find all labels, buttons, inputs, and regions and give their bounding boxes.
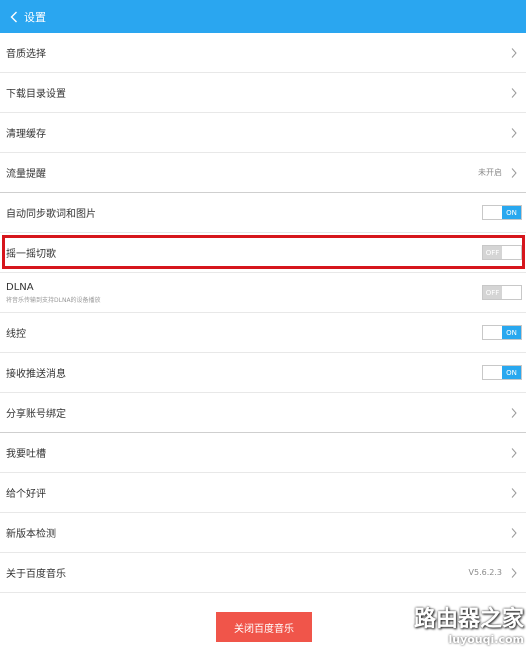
setting-description: 将音乐传输到支持DLNA的设备播放 — [6, 296, 101, 304]
setting-check-update[interactable]: 新版本检测 — [0, 513, 526, 553]
back-button[interactable] — [4, 0, 24, 33]
toggle-state: ON — [502, 206, 521, 219]
setting-clear-cache[interactable]: 清理缓存 — [0, 113, 526, 153]
setting-audio-quality[interactable]: 音质选择 — [0, 33, 526, 73]
toggle-track — [483, 326, 502, 339]
toggle-track — [483, 206, 502, 219]
setting-label: 分享账号绑定 — [6, 409, 66, 420]
setting-dlna: DLNA 将音乐传输到支持DLNA的设备播放 OFF — [0, 273, 526, 313]
setting-label: 给个好评 — [6, 489, 46, 500]
push-toggle[interactable]: ON — [482, 365, 522, 380]
setting-label: 关于百度音乐 — [6, 569, 66, 580]
chevron-right-icon — [511, 167, 517, 178]
settings-list: 音质选择 下载目录设置 清理缓存 流量提醒 未开启 自动同步歌词和图片 ON 摇… — [0, 33, 526, 593]
setting-label: 清理缓存 — [6, 129, 46, 140]
page-title: 设置 — [24, 10, 46, 24]
toggle-track — [502, 286, 521, 299]
setting-label: 下载目录设置 — [6, 89, 66, 100]
toggle-state: OFF — [483, 286, 502, 299]
chevron-right-icon — [511, 567, 517, 578]
watermark-logo: 路由器之家 luyouqi.com — [376, 600, 524, 646]
title-bar: 设置 — [0, 0, 526, 33]
setting-label: 音质选择 — [6, 49, 46, 60]
setting-about[interactable]: 关于百度音乐 V5.6.2.3 — [0, 553, 526, 593]
toggle-state: ON — [502, 326, 521, 339]
dlna-toggle[interactable]: OFF — [482, 285, 522, 300]
toggle-track — [502, 246, 521, 259]
setting-auto-sync-lyrics: 自动同步歌词和图片 ON — [0, 193, 526, 233]
setting-label: 新版本检测 — [6, 529, 56, 540]
shake-toggle[interactable]: OFF — [482, 245, 522, 260]
setting-data-alert[interactable]: 流量提醒 未开启 — [0, 153, 526, 193]
setting-label: 自动同步歌词和图片 — [6, 209, 96, 220]
chevron-right-icon — [511, 87, 517, 98]
setting-label: DLNA — [6, 281, 34, 293]
chevron-right-icon — [511, 527, 517, 538]
wire-control-toggle[interactable]: ON — [482, 325, 522, 340]
setting-label: 接收推送消息 — [6, 369, 66, 380]
chevron-right-icon — [511, 407, 517, 418]
watermark-url: luyouqi.com — [448, 632, 524, 646]
setting-value: 未开启 — [478, 168, 502, 177]
setting-label: 流量提醒 — [6, 169, 46, 180]
setting-label: 我要吐槽 — [6, 449, 46, 460]
watermark-text: 路由器之家 — [413, 606, 524, 632]
setting-download-dir[interactable]: 下载目录设置 — [0, 73, 526, 113]
setting-wire-control: 线控 ON — [0, 313, 526, 353]
setting-account-binding[interactable]: 分享账号绑定 — [0, 393, 526, 433]
auto-sync-toggle[interactable]: ON — [482, 205, 522, 220]
chevron-right-icon — [511, 447, 517, 458]
close-app-button[interactable]: 关闭百度音乐 — [216, 612, 312, 642]
setting-label: 摇一摇切歌 — [6, 249, 56, 260]
chevron-right-icon — [511, 127, 517, 138]
chevron-left-icon — [10, 11, 17, 22]
setting-push-messages: 接收推送消息 ON — [0, 353, 526, 393]
chevron-right-icon — [511, 47, 517, 58]
chevron-right-icon — [511, 487, 517, 498]
version-value: V5.6.2.3 — [468, 568, 502, 577]
setting-rate-app[interactable]: 给个好评 — [0, 473, 526, 513]
setting-shake-switch-song: 摇一摇切歌 OFF — [0, 233, 526, 273]
setting-feedback[interactable]: 我要吐槽 — [0, 433, 526, 473]
toggle-track — [483, 366, 502, 379]
toggle-state: OFF — [483, 246, 502, 259]
toggle-state: ON — [502, 366, 521, 379]
setting-label: 线控 — [6, 329, 26, 340]
